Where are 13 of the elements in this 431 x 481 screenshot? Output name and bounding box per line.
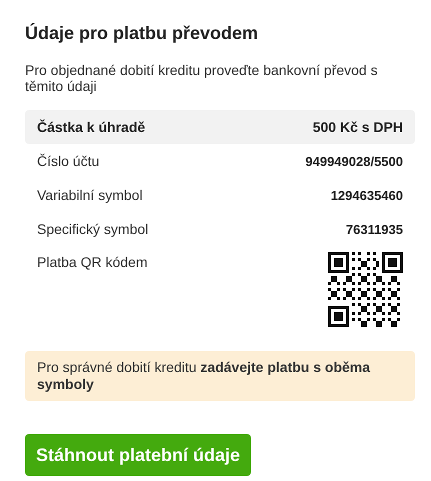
field-value: 949949028/5500: [305, 154, 403, 168]
intro-text: Pro objednané dobití kreditu proveďte bankovní převod s těmito údaji: [25, 62, 379, 94]
download-button[interactable]: Stáhnout platební údaje: [25, 434, 252, 476]
section-title: Údaje pro platbu převodem: [25, 22, 260, 44]
field-value: 76311935: [346, 222, 403, 236]
field-label: Platba QR kódem: [37, 254, 148, 270]
field-label: Specifický symbol: [37, 221, 148, 237]
amount-label: Částka k úhradě: [37, 119, 146, 135]
notice-box: Pro správné dobití kreditu zadávejte platbu s oběma symboly: [25, 351, 415, 401]
field-value: 500 Kč s DPH: [312, 119, 403, 135]
field-label: Číslo účtu: [37, 153, 100, 169]
field-value: 1294635460: [330, 188, 403, 202]
field-label: Variabilní symbol: [37, 187, 143, 203]
